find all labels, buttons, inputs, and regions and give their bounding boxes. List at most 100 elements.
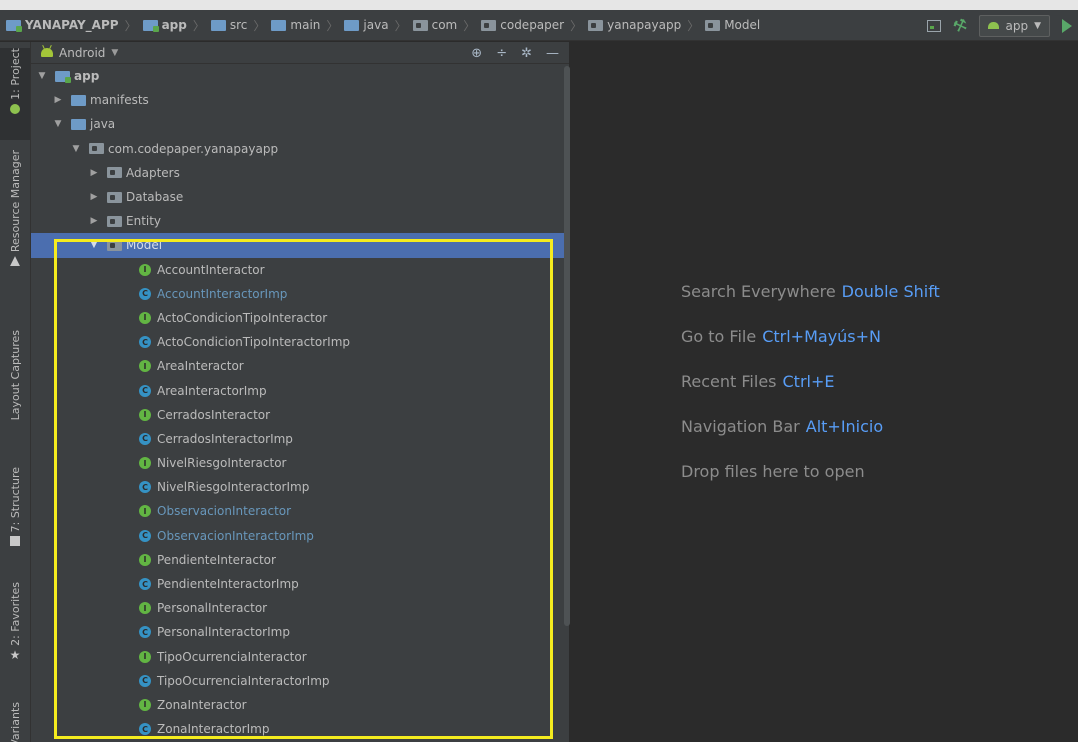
tree-item-class[interactable]: I TipoOcurrenciaInteractor (31, 645, 569, 669)
tree-item-package[interactable]: ▼ com.codepaper.yanapayapp (31, 137, 569, 161)
tree-item-class[interactable]: C TipoOcurrenciaInteractorImp (31, 669, 569, 693)
breadcrumb-item[interactable]: java (344, 18, 389, 32)
folder-icon (210, 19, 226, 31)
breadcrumb-label: src (229, 18, 248, 32)
tab-resource-manager[interactable]: Resource Manager (0, 150, 30, 300)
tree-item-label: ObservacionInteractorImp (157, 528, 314, 543)
interface-icon: I (139, 360, 151, 373)
source-folder-icon (344, 19, 360, 31)
tree-item-subpackage[interactable]: ▶ Adapters (31, 161, 569, 185)
hint-text: Recent Files (681, 372, 777, 391)
tree-item-model[interactable]: ▼ Model (31, 233, 569, 258)
tree-item-label: AccountInteractorImp (157, 286, 288, 301)
tab-build-variants-label: Build Variants (8, 702, 22, 742)
tree-item-class[interactable]: I PersonalInteractor (31, 596, 569, 620)
tree-item-class[interactable]: I ActoCondicionTipoInteractor (31, 306, 569, 330)
tab-project[interactable]: 1: Project (0, 48, 30, 140)
breadcrumb-item[interactable]: main (271, 18, 320, 32)
tree-item-label: manifests (90, 93, 149, 108)
expanded-arrow-icon[interactable]: ▼ (53, 119, 63, 129)
hint-shortcut: Ctrl+E (782, 372, 835, 391)
tab-structure[interactable]: 7: Structure (0, 467, 30, 562)
tree-item-class[interactable]: C AreaInteractorImp (31, 378, 569, 402)
android-icon (41, 48, 53, 57)
chevron-down-icon[interactable]: ▼ (111, 48, 118, 58)
breadcrumb-item[interactable]: app (142, 18, 187, 32)
breadcrumb-item[interactable]: yanapayapp (588, 18, 681, 32)
expanded-arrow-icon[interactable]: ▼ (71, 144, 81, 154)
class-icon: C (139, 287, 151, 300)
breadcrumb-item[interactable]: Model (705, 18, 760, 32)
tab-build-variants[interactable]: Build Variants (0, 702, 30, 742)
tree-item-class[interactable]: C ActoCondicionTipoInteractorImp (31, 330, 569, 354)
breadcrumb-item[interactable]: YANAPAY_APP (6, 18, 119, 32)
tree-item-class[interactable]: I NivelRiesgoInteractor (31, 451, 569, 475)
project-panel-header: Android ▼ ⊕ ÷ ✲ — (31, 42, 569, 64)
tree-item-label: PersonalInteractor (157, 601, 268, 616)
tab-layout-captures-label: Layout Captures (8, 330, 22, 421)
device-manager-icon[interactable] (927, 19, 942, 32)
interface-icon: I (139, 650, 151, 663)
structure-icon (10, 536, 20, 547)
run-play-icon[interactable] (1062, 18, 1072, 33)
gear-icon[interactable]: ✲ (521, 46, 532, 61)
collapsed-arrow-icon[interactable]: ▶ (89, 168, 99, 178)
tree-item-subpackage[interactable]: ▶ Entity (31, 209, 569, 233)
collapsed-arrow-icon[interactable]: ▶ (53, 95, 63, 105)
collapsed-arrow-icon[interactable]: ▶ (89, 216, 99, 226)
tab-structure-label: 7: Structure (8, 467, 22, 533)
breadcrumb-separator-icon: 〉 (570, 18, 583, 33)
expanded-arrow-icon[interactable]: ▼ (37, 71, 47, 81)
tree-item-label: TipoOcurrenciaInteractor (157, 649, 307, 664)
tree-item-class[interactable]: I CerradosInteractor (31, 403, 569, 427)
minimize-icon[interactable]: — (546, 46, 559, 61)
hint-shortcut: Ctrl+Mayús+N (762, 327, 882, 346)
folder-icon (271, 19, 287, 31)
tree-item-manifests[interactable]: ▶ manifests (31, 88, 569, 112)
hammer-build-icon[interactable]: ⚒ (950, 14, 970, 37)
tree-item-java[interactable]: ▼ java (31, 112, 569, 136)
package-icon (107, 215, 122, 227)
tree-item-class[interactable]: C AccountInteractorImp (31, 282, 569, 306)
tab-layout-captures[interactable]: Layout Captures (0, 330, 30, 450)
tree-item-class[interactable]: C ObservacionInteractorImp (31, 524, 569, 548)
tree-item-label: Entity (126, 214, 162, 229)
project-tool-window: Android ▼ ⊕ ÷ ✲ — ▼ app ▶ manifests ▼ java ▼ co… (31, 42, 570, 742)
collapse-all-icon[interactable]: ÷ (496, 46, 507, 61)
tree-item-label: AccountInteractor (157, 262, 265, 277)
tree-item-class[interactable]: I ObservacionInteractor (31, 499, 569, 523)
breadcrumb-item[interactable]: com (412, 18, 457, 32)
tree-item-class[interactable]: I AreaInteractor (31, 354, 569, 378)
tree-item-class[interactable]: C PersonalInteractorImp (31, 620, 569, 644)
tree-item-class[interactable]: C CerradosInteractorImp (31, 427, 569, 451)
locate-target-icon[interactable]: ⊕ (471, 46, 482, 61)
editor-empty-area[interactable]: Search Everywhere Double Shift Go to File C… (570, 42, 1078, 742)
breadcrumb-item[interactable]: src (210, 18, 248, 32)
tree-item-class[interactable]: C NivelRiesgoInteractorImp (31, 475, 569, 499)
tree-item-subpackage[interactable]: ▶ Database (31, 185, 569, 209)
tree-item-label: ActoCondicionTipoInteractorImp (157, 335, 350, 350)
hint-text: Search Everywhere (681, 282, 836, 301)
collapsed-arrow-icon[interactable]: ▶ (89, 192, 99, 202)
tree-item-label: AreaInteractor (157, 359, 244, 374)
breadcrumb-item[interactable]: codepaper (481, 18, 564, 32)
tree-item-class[interactable]: I AccountInteractor (31, 258, 569, 282)
package-icon (481, 19, 497, 31)
run-configuration-dropdown[interactable]: app ▼ (979, 14, 1050, 37)
tab-favorites[interactable]: 2: Favorites ★ (0, 582, 30, 682)
view-mode-selector[interactable]: Android (59, 46, 105, 60)
tree-item-label: PersonalInteractorImp (157, 625, 290, 640)
breadcrumb-separator-icon: 〉 (253, 18, 266, 33)
tree-item-class[interactable]: C ZonaInteractorImp (31, 717, 569, 741)
expanded-arrow-icon[interactable]: ▼ (89, 240, 99, 250)
tab-resource-manager-label: Resource Manager (8, 150, 22, 253)
class-icon: C (139, 529, 151, 542)
interface-icon: I (139, 311, 151, 324)
tree-item-class[interactable]: I ZonaInteractor (31, 693, 569, 717)
tree-item-label: PendienteInteractor (157, 552, 276, 567)
tree-item-app[interactable]: ▼ app (31, 64, 569, 88)
interface-icon: I (139, 602, 151, 615)
tree-item-label: app (74, 69, 100, 84)
tree-item-class[interactable]: C PendienteInteractorImp (31, 572, 569, 596)
tree-item-class[interactable]: I PendienteInteractor (31, 548, 569, 572)
